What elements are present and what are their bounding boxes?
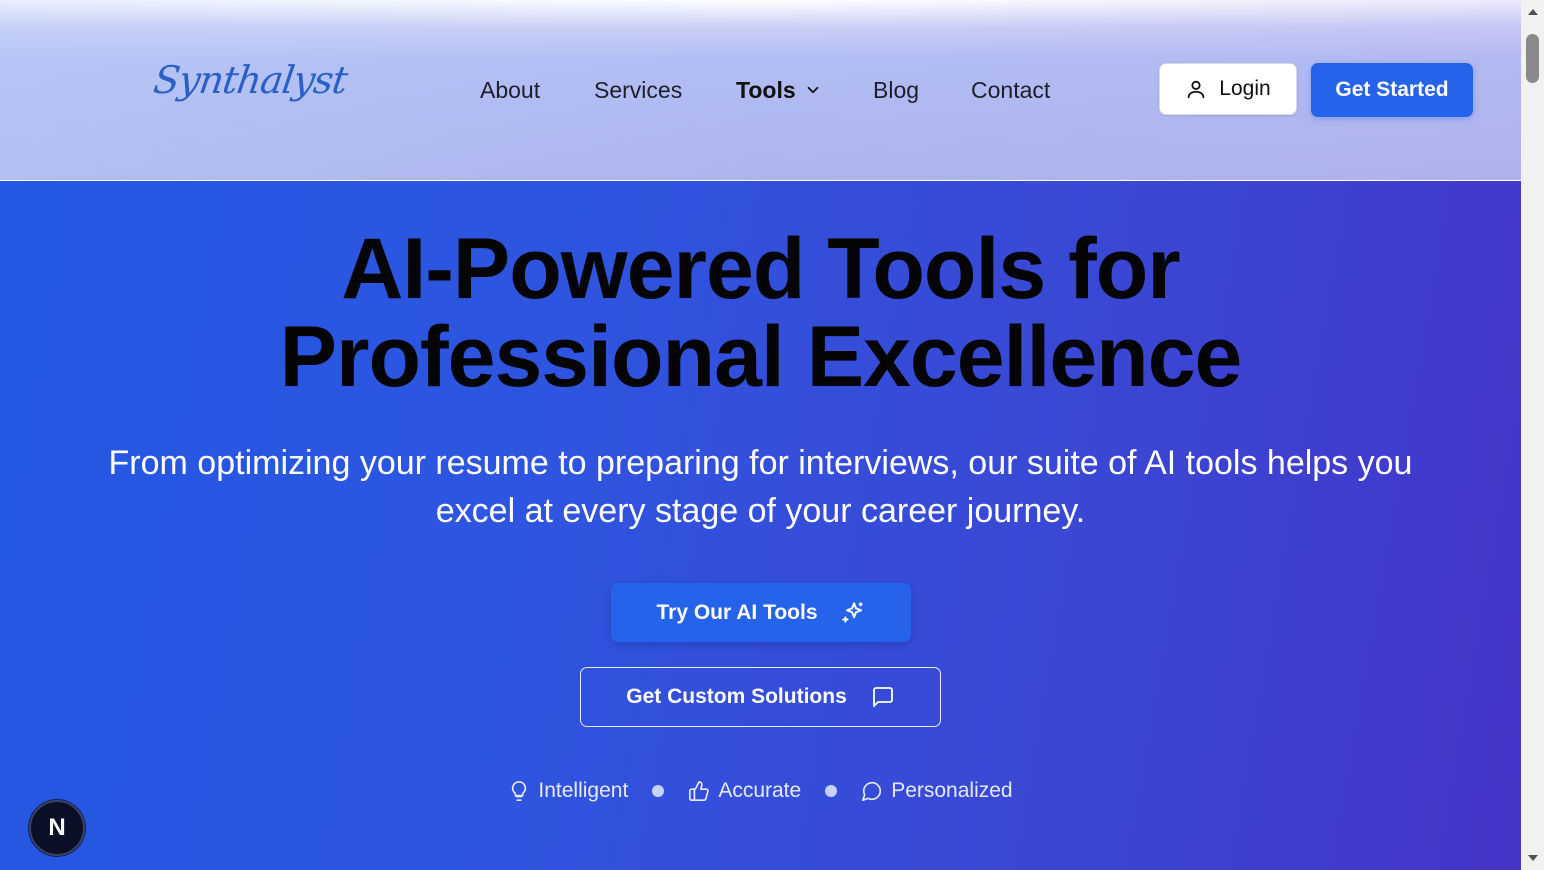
nav-tools-label: Tools: [736, 77, 796, 103]
login-label: Login: [1219, 77, 1271, 100]
nav-about[interactable]: About: [480, 74, 540, 106]
sparkles-icon: [841, 601, 863, 623]
nav-contact[interactable]: Contact: [971, 74, 1050, 106]
page-viewport: Synthalyst About Services Tools Blog Con…: [0, 0, 1521, 870]
hero-title-line2: Professional Excellence: [279, 309, 1243, 405]
scroll-up-arrow-icon[interactable]: [1521, 2, 1544, 22]
feature-intelligent-label: Intelligent: [538, 779, 629, 802]
hero-title-line1: AI-Powered Tools for: [341, 221, 1180, 317]
hero-subtitle-line2: excel at every stage of your career jour…: [435, 492, 1086, 530]
get-started-button[interactable]: Get Started: [1311, 63, 1473, 117]
get-custom-solutions-button[interactable]: Get Custom Solutions: [580, 667, 941, 727]
message-square-icon: [872, 687, 893, 707]
hero-subtitle-line1: From optimizing your resume to preparing…: [108, 444, 1413, 482]
feature-personalized: Personalized: [861, 779, 1013, 803]
feature-highlights: Intelligent Accurate Personalized: [0, 775, 1521, 807]
user-icon: [1188, 80, 1205, 99]
message-circle-icon: [862, 781, 882, 801]
try-ai-tools-button[interactable]: Try Our AI Tools: [611, 583, 911, 642]
feature-accurate: Accurate: [688, 779, 801, 803]
nav-services[interactable]: Services: [594, 74, 682, 106]
feature-personalized-label: Personalized: [891, 779, 1013, 802]
thumbs-up-icon: [689, 781, 710, 801]
chevron-down-icon: [807, 86, 819, 94]
site-logo[interactable]: Synthalyst: [151, 58, 350, 102]
feature-accurate-label: Accurate: [718, 779, 802, 802]
separator-dot: [825, 785, 838, 797]
scrollbar-thumb[interactable]: [1526, 34, 1539, 83]
feature-intelligent: Intelligent: [508, 779, 628, 803]
site-header: Synthalyst About Services Tools Blog Con…: [0, 0, 1521, 181]
nav-blog[interactable]: Blog: [873, 74, 919, 106]
nextjs-dev-badge[interactable]: N: [29, 800, 85, 856]
login-button[interactable]: Login: [1159, 63, 1297, 115]
separator-dot: [652, 785, 665, 797]
hero-section: AI-Powered Tools for Professional Excell…: [0, 181, 1521, 870]
scroll-down-arrow-icon[interactable]: [1521, 848, 1544, 868]
hero-subtitle: From optimizing your resume to preparing…: [40, 439, 1481, 535]
try-ai-tools-label: Try Our AI Tools: [656, 600, 818, 624]
hero-title: AI-Powered Tools for Professional Excell…: [0, 225, 1521, 401]
get-custom-solutions-label: Get Custom Solutions: [626, 685, 847, 708]
lightbulb-icon: [512, 781, 527, 801]
nav-tools-dropdown[interactable]: Tools: [736, 74, 822, 106]
vertical-scrollbar[interactable]: [1521, 0, 1544, 870]
